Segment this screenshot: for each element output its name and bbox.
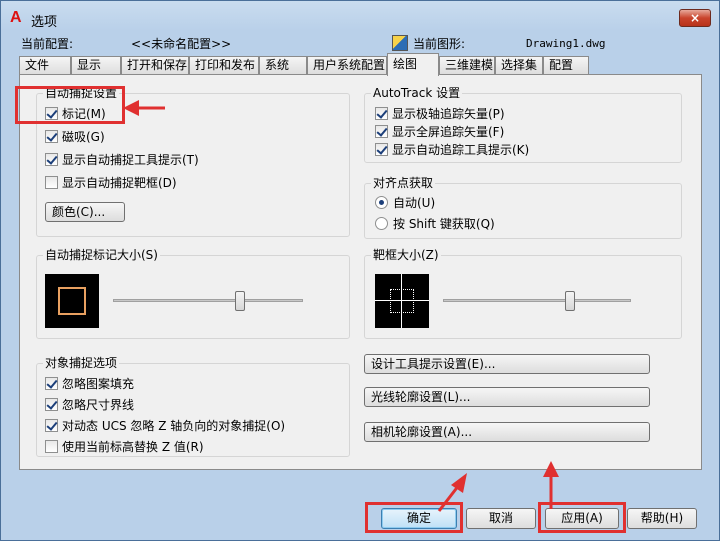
marker-preview [45, 274, 99, 328]
marker-size-thumb[interactable] [235, 291, 245, 311]
aperture-size-thumb[interactable] [565, 291, 575, 311]
autosnap-aperture-checkbox[interactable]: 显示自动捕捉靶框(D) [45, 175, 177, 191]
magnet-checkbox[interactable]: 磁吸(G) [45, 129, 105, 145]
checkbox-box [45, 153, 58, 166]
cameras-glyph-settings-button[interactable]: 相机轮廓设置(A)... [364, 422, 650, 442]
marker-square [58, 287, 86, 315]
checkbox-box [45, 130, 58, 143]
checkbox-box [45, 419, 58, 432]
checkbox-box [45, 377, 58, 390]
alignment-acquisition-group: 对齐点获取 自动(U) 按 Shift 键获取(Q) [364, 175, 682, 239]
tab-profiles[interactable]: 配置 [543, 56, 589, 75]
autocad-logo-icon: A [10, 9, 22, 26]
tab-plot-publish[interactable]: 打印和发布 [189, 56, 259, 75]
fullscreen-vector-checkbox[interactable]: 显示全屏追踪矢量(F) [375, 124, 504, 140]
autotrack-tooltip-checkbox[interactable]: 显示自动追踪工具提示(K) [375, 142, 529, 158]
tab-strip: 文件 显示 打开和保存 打印和发布 系统 用户系统配置 绘图 三维建模 选择集 … [19, 53, 589, 76]
autotrack-settings-title: AutoTrack 设置 [371, 85, 463, 101]
shift-acquire-radio[interactable]: 按 Shift 键获取(Q) [375, 216, 495, 232]
drafting-tooltip-settings-button[interactable]: 设计工具提示设置(E)... [364, 354, 650, 374]
options-dialog: A 选项 × 当前配置: <<未命名配置>> 当前图形: Drawing1.dw… [0, 0, 720, 541]
lights-glyph-settings-button[interactable]: 光线轮廓设置(L)... [364, 387, 650, 407]
current-drawing-label: 当前图形: [413, 37, 466, 51]
autosnap-tooltip-checkbox[interactable]: 显示自动捕捉工具提示(T) [45, 152, 199, 168]
radio-circle [375, 196, 388, 209]
tab-3d-modeling[interactable]: 三维建模 [439, 56, 495, 75]
tab-selection[interactable]: 选择集 [495, 56, 543, 75]
window-title: 选项 [31, 15, 58, 30]
current-config-label: 当前配置: [21, 37, 74, 51]
annotation-arrow-ok-icon [437, 473, 467, 512]
auto-radio[interactable]: 自动(U) [375, 195, 435, 211]
aperture-size-group: 靶框大小(Z) [364, 247, 682, 339]
osnap-options-group: 对象捕捉选项 忽略图案填充 忽略尺寸界线 对动态 UCS 忽略 Z 轴负向的对象… [36, 355, 350, 457]
drafting-panel: 自动捕捉设置 标记(M) 磁吸(G) 显示自动捕捉工具提示(T) 显示自动捕捉靶… [19, 74, 702, 470]
title-bar[interactable]: A 选项 × [1, 1, 719, 35]
marker-size-group: 自动捕捉标记大小(S) [36, 247, 350, 339]
cancel-button[interactable]: 取消 [466, 508, 536, 529]
current-config-value: <<未命名配置>> [131, 37, 232, 51]
aperture-preview [375, 274, 429, 328]
tab-open-save[interactable]: 打开和保存 [121, 56, 189, 75]
ignore-extension-checkbox[interactable]: 忽略尺寸界线 [45, 397, 134, 413]
highlight-box-marker [15, 86, 125, 124]
tab-files[interactable]: 文件 [19, 56, 71, 75]
tab-drafting[interactable]: 绘图 [387, 53, 439, 76]
marker-size-slider[interactable] [113, 299, 303, 302]
annotation-arrow-apply-icon [543, 461, 559, 509]
checkbox-box [45, 176, 58, 189]
marker-size-title: 自动捕捉标记大小(S) [43, 247, 160, 263]
tab-display[interactable]: 显示 [71, 56, 121, 75]
replace-z-checkbox[interactable]: 使用当前标高替换 Z 值(R) [45, 439, 204, 455]
ignore-negative-z-checkbox[interactable]: 对动态 UCS 忽略 Z 轴负向的对象捕捉(O) [45, 418, 285, 434]
radio-circle [375, 217, 388, 230]
annotation-arrow-left-icon [123, 100, 165, 116]
tab-user-preferences[interactable]: 用户系统配置 [307, 56, 387, 75]
close-button[interactable]: × [679, 9, 711, 27]
help-button[interactable]: 帮助(H) [627, 508, 697, 529]
checkbox-box [45, 398, 58, 411]
polar-vector-checkbox[interactable]: 显示极轴追踪矢量(P) [375, 106, 505, 122]
colors-button[interactable]: 颜色(C)... [45, 202, 125, 222]
checkbox-box [375, 143, 388, 156]
alignment-acquisition-title: 对齐点获取 [371, 175, 436, 191]
aperture-size-slider[interactable] [443, 299, 631, 302]
checkbox-box [375, 107, 388, 120]
checkbox-box [45, 440, 58, 453]
aperture-size-title: 靶框大小(Z) [371, 247, 441, 263]
checkbox-box [375, 125, 388, 138]
aperture-box [390, 289, 414, 313]
current-drawing-value: Drawing1.dwg [526, 37, 606, 50]
tab-system[interactable]: 系统 [259, 56, 307, 75]
autotrack-settings-group: AutoTrack 设置 显示极轴追踪矢量(P) 显示全屏追踪矢量(F) 显示自… [364, 85, 682, 163]
ignore-hatch-checkbox[interactable]: 忽略图案填充 [45, 376, 134, 392]
osnap-options-title: 对象捕捉选项 [43, 355, 120, 371]
drawing-file-icon [392, 35, 408, 51]
